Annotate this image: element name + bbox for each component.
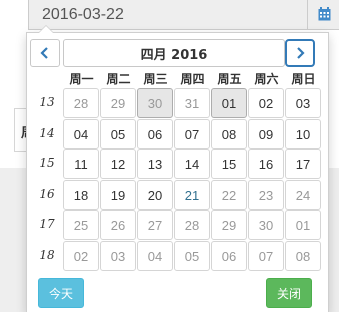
day-cell[interactable]: 17: [285, 149, 321, 179]
day-cell[interactable]: 30: [248, 210, 284, 240]
weekday-header: 周日: [291, 72, 316, 86]
day-cell[interactable]: 19: [100, 180, 136, 210]
chevron-left-icon: [40, 47, 48, 59]
week-number: 18: [39, 248, 55, 262]
day-cell[interactable]: 25: [63, 210, 99, 240]
calendar-icon: [318, 7, 331, 21]
day-cell[interactable]: 28: [63, 88, 99, 118]
day-cell[interactable]: 20: [137, 180, 173, 210]
next-month-button[interactable]: [285, 39, 315, 67]
date-input[interactable]: [29, 0, 307, 29]
week-number: 15: [39, 156, 55, 170]
day-cell[interactable]: 30: [137, 88, 173, 118]
today-button[interactable]: 今天: [38, 278, 84, 308]
chevron-right-icon: [297, 47, 305, 59]
date-field[interactable]: [28, 0, 308, 30]
day-cell[interactable]: 09: [248, 119, 284, 149]
weekday-header: 周一: [69, 72, 94, 86]
day-cell[interactable]: 15: [211, 149, 247, 179]
day-cell[interactable]: 06: [211, 241, 247, 271]
day-cell[interactable]: 01: [211, 88, 247, 118]
month-title[interactable]: 四月 2016: [63, 39, 285, 67]
day-cell[interactable]: 04: [63, 119, 99, 149]
weekday-header: 周四: [180, 72, 205, 86]
day-cell[interactable]: 29: [211, 210, 247, 240]
day-cell[interactable]: 16: [248, 149, 284, 179]
day-cell[interactable]: 07: [248, 241, 284, 271]
week-number: 16: [39, 187, 55, 201]
day-cell[interactable]: 10: [285, 119, 321, 149]
day-cell[interactable]: 05: [174, 241, 210, 271]
weekday-header: 周二: [106, 72, 131, 86]
weekday-header: 周五: [217, 72, 242, 86]
day-cell[interactable]: 14: [174, 149, 210, 179]
day-cell[interactable]: 03: [285, 88, 321, 118]
day-cell[interactable]: 07: [174, 119, 210, 149]
day-cell[interactable]: 08: [211, 119, 247, 149]
day-cell[interactable]: 11: [63, 149, 99, 179]
day-cell[interactable]: 18: [63, 180, 99, 210]
month-title-text: 四月 2016: [140, 47, 208, 63]
close-button[interactable]: 关闭: [266, 278, 312, 308]
day-cell[interactable]: 02: [248, 88, 284, 118]
day-cell[interactable]: 22: [211, 180, 247, 210]
prev-month-button[interactable]: [30, 39, 60, 67]
day-cell[interactable]: 23: [248, 180, 284, 210]
week-number: 13: [39, 95, 55, 109]
day-cell[interactable]: 31: [174, 88, 210, 118]
day-cell[interactable]: 01: [285, 210, 321, 240]
day-cell[interactable]: 05: [100, 119, 136, 149]
weekday-header: 周六: [254, 72, 279, 86]
week-number: 17: [39, 217, 55, 231]
datepicker-caret-inner: [39, 26, 53, 33]
day-cell[interactable]: 29: [100, 88, 136, 118]
day-cell[interactable]: 26: [100, 210, 136, 240]
today-button-label: 今天: [48, 286, 73, 301]
day-cell[interactable]: 02: [63, 241, 99, 271]
day-cell[interactable]: 24: [285, 180, 321, 210]
week-number: 14: [39, 126, 55, 140]
day-cell[interactable]: 04: [137, 241, 173, 271]
day-cell[interactable]: 08: [285, 241, 321, 271]
day-cell[interactable]: 21: [174, 180, 210, 210]
day-cell[interactable]: 03: [100, 241, 136, 271]
weekday-header: 周三: [143, 72, 168, 86]
day-cell[interactable]: 27: [137, 210, 173, 240]
day-cell[interactable]: 13: [137, 149, 173, 179]
day-cell[interactable]: 12: [100, 149, 136, 179]
day-cell[interactable]: 06: [137, 119, 173, 149]
close-button-label: 关闭: [276, 286, 301, 301]
calendar-addon-button[interactable]: [308, 0, 339, 30]
day-cell[interactable]: 28: [174, 210, 210, 240]
